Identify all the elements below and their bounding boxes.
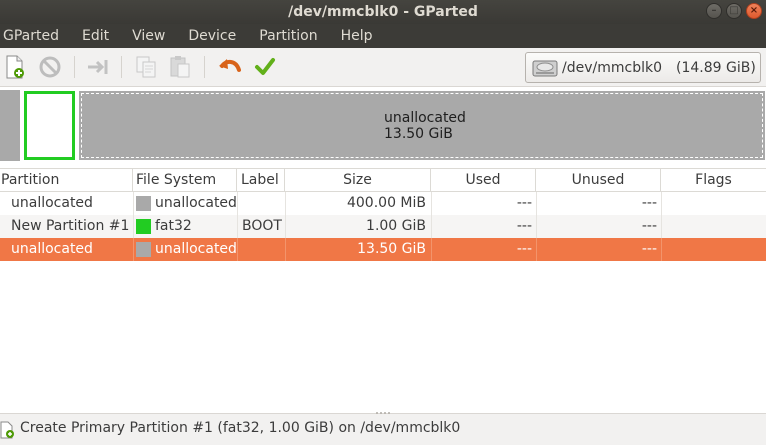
pending-operations-pane: Create Primary Partition #1 (fat32, 1.00…	[0, 410, 766, 445]
copy-button[interactable]	[134, 55, 158, 79]
column-header-file-system[interactable]: File System	[133, 169, 237, 191]
pane-resize-grip[interactable]	[374, 410, 392, 416]
toolbar-separator	[121, 56, 122, 78]
menu-view[interactable]: View	[129, 28, 165, 44]
window-titlebar: /dev/mmcblk0 - GParted – □ ×	[0, 0, 766, 24]
column-header-size[interactable]: Size	[285, 169, 431, 191]
new-partition-button[interactable]	[3, 55, 27, 79]
cell-file-system: fat32	[155, 218, 192, 234]
cell-unused: ---	[641, 218, 657, 234]
arrow-to-bar-icon	[88, 60, 108, 74]
cell-partition: unallocated	[11, 195, 93, 211]
cell-file-system: unallocated	[155, 195, 237, 211]
maximize-button[interactable]: □	[726, 3, 742, 19]
column-header-unused[interactable]: Unused	[536, 169, 661, 191]
table-row[interactable]: New Partition #1 fat32 BOOT 1.00 GiB ---…	[0, 215, 766, 238]
column-header-flags[interactable]: Flags	[661, 169, 766, 191]
table-row[interactable]: unallocated unallocated 400.00 MiB --- -…	[0, 192, 766, 215]
column-divider	[661, 215, 662, 238]
graphic-segment-caption: unallocated 13.50 GiB	[384, 110, 466, 142]
pending-operation-item[interactable]: Create Primary Partition #1 (fat32, 1.00…	[20, 420, 460, 436]
window-controls: – □ ×	[706, 3, 762, 19]
cell-used: ---	[516, 241, 532, 257]
cell-used: ---	[516, 195, 532, 211]
menu-edit[interactable]: Edit	[79, 28, 109, 44]
apply-button[interactable]	[253, 55, 277, 79]
table-row-selected[interactable]: unallocated unallocated 13.50 GiB --- --…	[0, 238, 766, 261]
delete-button[interactable]	[38, 55, 62, 79]
menu-device[interactable]: Device	[185, 28, 236, 44]
graphic-segment-size: 13.50 GiB	[384, 126, 453, 142]
cell-size: 13.50 GiB	[357, 241, 426, 257]
fs-color-swatch	[136, 242, 151, 257]
cell-unused: ---	[641, 241, 657, 257]
window-title: /dev/mmcblk0 - GParted	[288, 4, 478, 20]
close-button[interactable]: ×	[746, 3, 762, 19]
column-divider	[237, 192, 238, 215]
column-divider	[133, 238, 134, 261]
undo-button[interactable]	[218, 55, 242, 79]
cell-size: 1.00 GiB	[366, 218, 426, 234]
new-document-plus-icon	[6, 55, 24, 79]
toolbar-separator	[74, 56, 75, 78]
undo-arrow-icon	[219, 59, 241, 72]
graphic-segment-unallocated-small[interactable]	[0, 90, 20, 161]
column-divider	[661, 238, 662, 261]
no-entry-icon	[39, 56, 61, 78]
resize-move-button[interactable]	[86, 55, 110, 79]
new-document-plus-icon	[0, 421, 14, 439]
graphic-segment-fat32[interactable]	[24, 91, 75, 160]
device-size: (14.89 GiB)	[675, 59, 756, 76]
column-divider	[237, 215, 238, 238]
fs-color-swatch	[136, 196, 151, 211]
cell-size: 400.00 MiB	[346, 195, 426, 211]
paste-button[interactable]	[168, 55, 192, 79]
column-divider	[133, 215, 134, 238]
column-header-partition[interactable]: Partition	[0, 169, 133, 191]
device-selector[interactable]: /dev/mmcblk0 (14.89 GiB)	[525, 52, 761, 83]
graphic-segment-label: unallocated	[384, 110, 466, 126]
column-divider	[661, 192, 662, 215]
minimize-button[interactable]: –	[706, 3, 722, 19]
cell-unused: ---	[641, 195, 657, 211]
column-divider	[237, 238, 238, 261]
hard-disk-icon	[532, 60, 558, 76]
graphic-segment-fat32-inner	[28, 95, 71, 156]
graphic-segment-unallocated-selected[interactable]: unallocated 13.50 GiB	[79, 91, 765, 160]
cell-label: BOOT	[242, 218, 282, 234]
cell-used: ---	[516, 218, 532, 234]
checkmark-icon	[255, 58, 275, 75]
partition-table: Partition File System Label Size Used Un…	[0, 168, 766, 261]
paste-icon	[170, 56, 190, 78]
cell-partition: New Partition #1	[11, 218, 130, 234]
menu-help[interactable]: Help	[338, 28, 373, 44]
copy-icon	[136, 56, 156, 78]
column-header-label[interactable]: Label	[237, 169, 285, 191]
menu-gparted[interactable]: GParted	[0, 28, 59, 44]
column-header-used[interactable]: Used	[431, 169, 536, 191]
fs-color-swatch	[136, 219, 151, 234]
cell-partition: unallocated	[11, 241, 93, 257]
column-divider	[133, 192, 134, 215]
table-header: Partition File System Label Size Used Un…	[0, 168, 766, 192]
cell-file-system: unallocated	[155, 241, 237, 257]
toolbar-separator	[204, 56, 205, 78]
menu-partition[interactable]: Partition	[256, 28, 317, 44]
menubar: GParted Edit View Device Partition Help	[0, 24, 766, 48]
device-name: /dev/mmcblk0	[562, 59, 662, 76]
disk-graphic: unallocated 13.50 GiB	[0, 88, 766, 164]
